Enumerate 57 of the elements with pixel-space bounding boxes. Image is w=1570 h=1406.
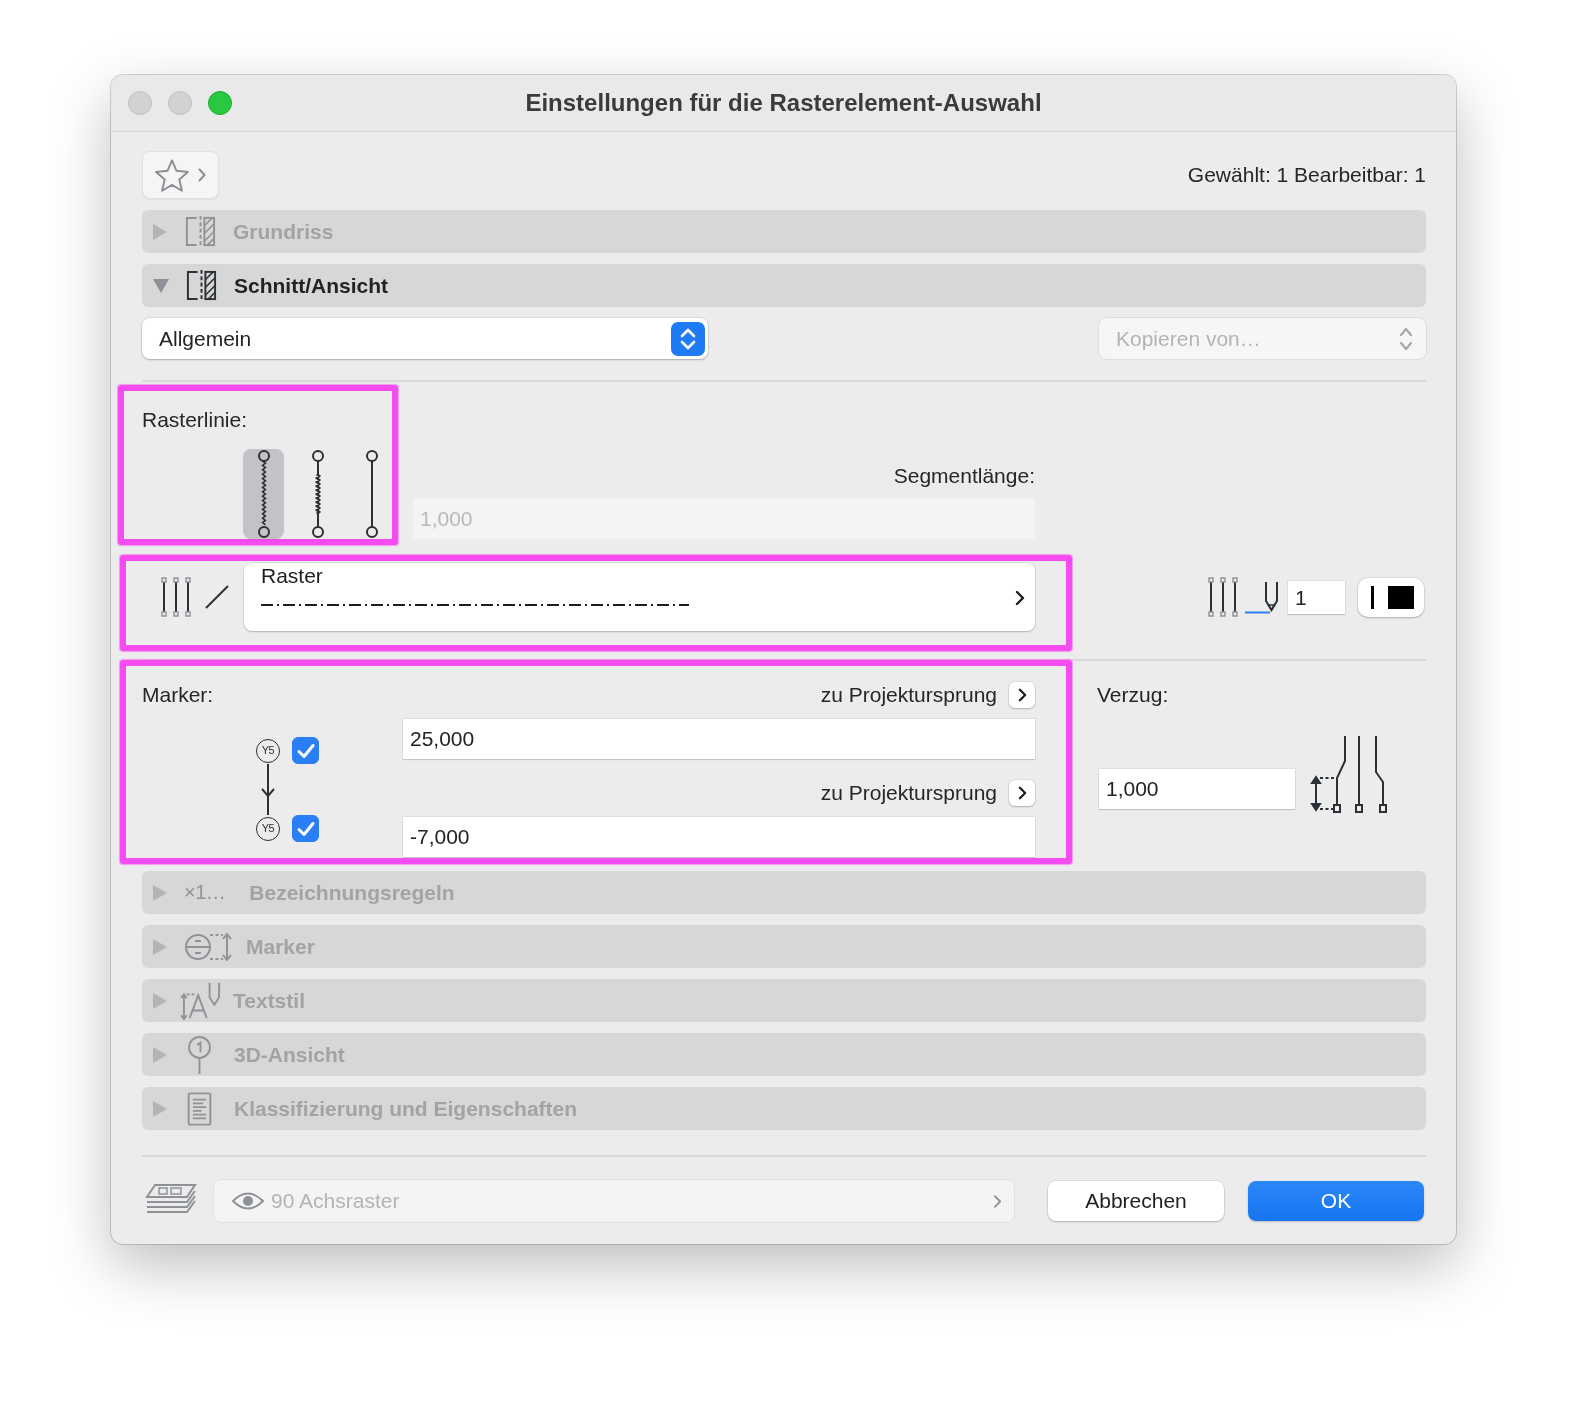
pin-icon — [187, 1035, 212, 1074]
grid-line-label: Rasterlinie: — [142, 408, 248, 431]
reference-menu-button[interactable] — [1009, 780, 1035, 806]
color-swatch-icon — [1370, 585, 1414, 609]
checkmark-icon — [296, 742, 315, 759]
reference-label: zu Projektursprung — [820, 683, 997, 707]
grid-lines-icon — [159, 577, 193, 617]
dash-dot-line-icon — [261, 603, 689, 607]
disclosure-triangle-icon — [153, 223, 167, 240]
disclosure-triangle-icon — [153, 278, 169, 293]
wavy-line-icon — [255, 450, 272, 538]
reference-menu-button[interactable] — [1009, 682, 1035, 708]
star-icon — [155, 158, 189, 192]
grid-offset-icon — [1310, 735, 1388, 814]
offset-field[interactable]: 1,000 — [1099, 769, 1295, 809]
grid-lines-icon — [1206, 577, 1240, 617]
marker-checkbox[interactable] — [292, 737, 319, 764]
chevron-right-icon — [1018, 688, 1027, 702]
marker-label: Marker: — [142, 683, 214, 707]
hatched-section-icon — [185, 269, 218, 302]
eye-icon — [232, 1191, 264, 1211]
marker-checkbox[interactable] — [292, 815, 319, 842]
disclosure-triangle-icon — [153, 938, 167, 955]
pen-icon — [1245, 580, 1279, 614]
straight-line-icon — [363, 450, 380, 538]
category-dropdown[interactable]: Allgemein — [142, 318, 708, 359]
disclosure-triangle-icon — [153, 1046, 167, 1063]
window-title: Einstellungen für die Rasterelement-Auswahl — [525, 89, 1042, 117]
disclosure-triangle-icon — [153, 1100, 167, 1117]
partly-wavy-line-icon — [309, 450, 326, 538]
favorites-button[interactable] — [142, 151, 219, 199]
disclosure-triangle-icon — [153, 992, 167, 1009]
line-style-button[interactable] — [243, 449, 284, 539]
chevron-right-icon — [1018, 786, 1027, 800]
reference-label: zu Projektursprung — [820, 781, 997, 805]
pen-color-button[interactable] — [1358, 577, 1424, 617]
checkmark-icon — [296, 820, 315, 837]
confirm-button[interactable]: OK — [1248, 1181, 1424, 1221]
offset-label: Verzug: — [1097, 683, 1169, 707]
segment-length-label: Segmentlänge: — [893, 464, 1035, 488]
chevron-right-icon — [1015, 589, 1025, 606]
line-type-selector[interactable]: Raster — [244, 563, 1035, 631]
hatched-section-icon — [184, 215, 217, 248]
marker-position-field[interactable]: -7,000 — [403, 817, 1035, 857]
panel-header[interactable]: Schnitt/Ansicht — [142, 264, 1426, 307]
updown-chevron-icon — [1399, 325, 1413, 352]
document-icon — [187, 1091, 212, 1126]
cancel-button[interactable]: Abbrechen — [1048, 1181, 1224, 1221]
marker-position-field[interactable]: 25,000 — [403, 719, 1035, 759]
selection-info: Gewählt: 1 Bearbeitbar: 1 — [1187, 163, 1426, 187]
disclosure-triangle-icon — [153, 884, 167, 901]
chevron-right-icon — [198, 168, 206, 182]
chevron-right-icon — [993, 1193, 1002, 1209]
updown-chevron-icon — [671, 321, 705, 356]
numbering-symbol: ×1… — [184, 881, 226, 904]
slash-icon — [205, 585, 229, 609]
pen-number-field[interactable]: 1 — [1288, 580, 1345, 614]
